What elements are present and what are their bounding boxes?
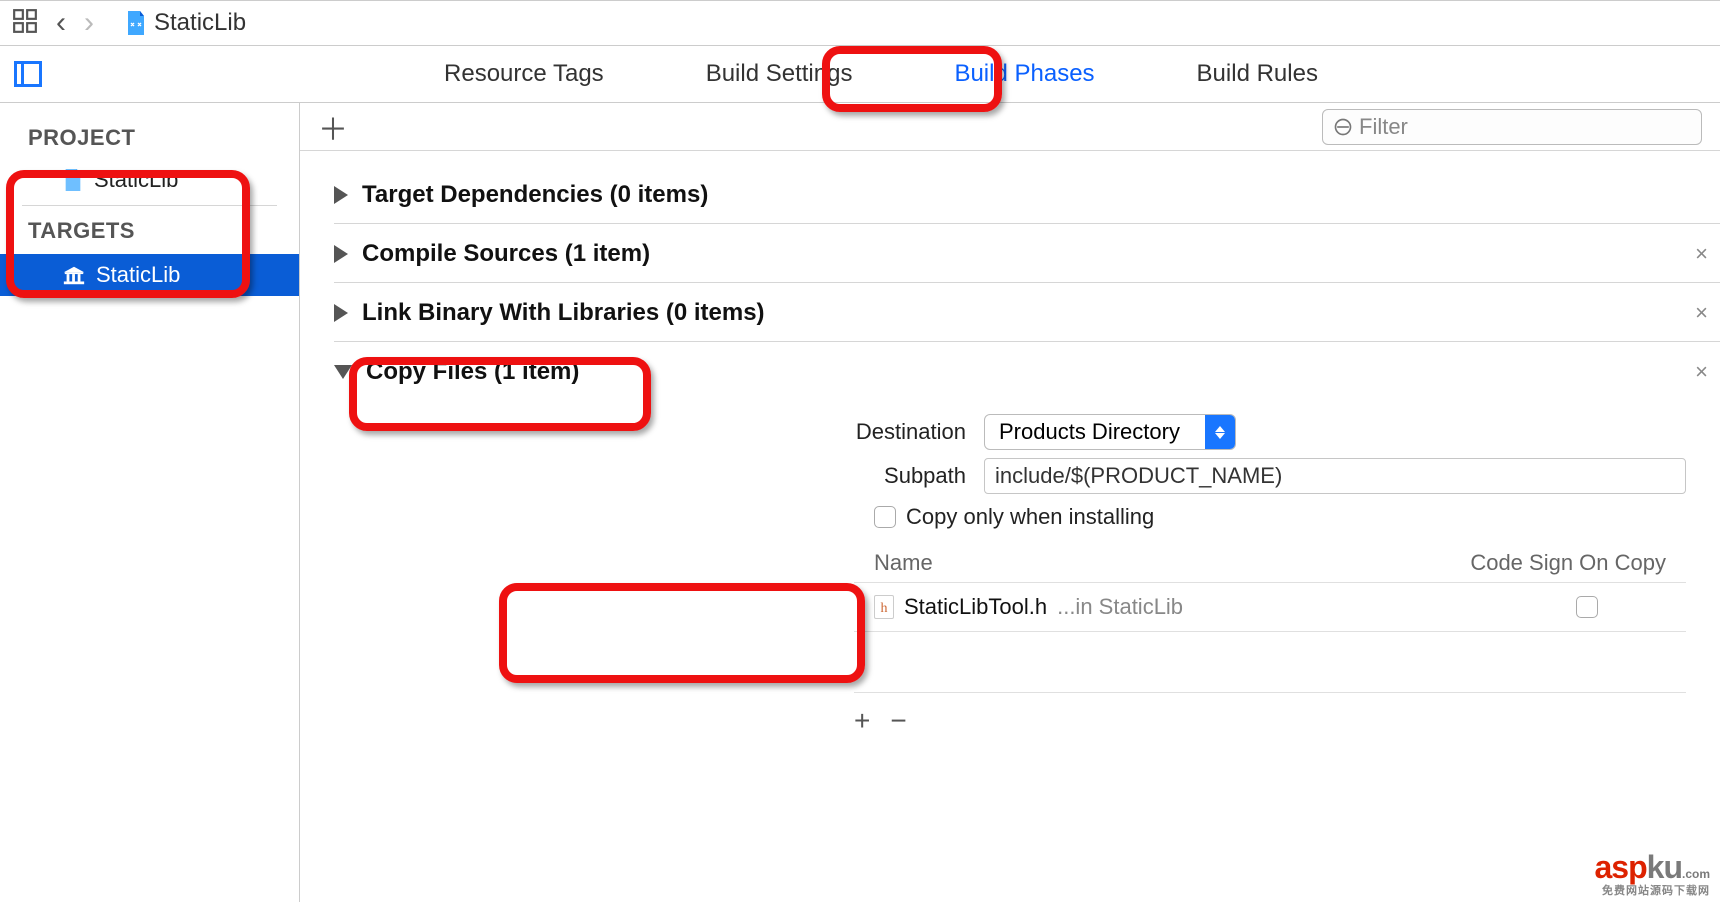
add-file-button[interactable]: + (854, 705, 870, 737)
phase-target-dependencies[interactable]: Target Dependencies (0 items) (334, 165, 1720, 224)
subpath-label: Subpath (334, 463, 984, 489)
add-phase-button[interactable]: ＋ (318, 105, 348, 149)
library-target-icon (62, 264, 86, 286)
phase-copy-files[interactable]: Copy Files (1 item) × (334, 342, 1720, 400)
targets-section-header: TARGETS (0, 208, 299, 254)
phase-title: Link Binary With Libraries (0 items) (362, 299, 765, 327)
remove-phase-button[interactable]: × (1695, 241, 1708, 267)
destination-select[interactable]: Products Directory (984, 414, 1236, 450)
phase-link-binary[interactable]: Link Binary With Libraries (0 items) × (334, 283, 1720, 342)
remove-phase-button[interactable]: × (1695, 359, 1708, 385)
filter-icon (1333, 117, 1353, 137)
column-codesign: Code Sign On Copy (1470, 550, 1666, 576)
tab-build-rules[interactable]: Build Rules (1191, 50, 1324, 98)
project-section-header: PROJECT (0, 115, 299, 161)
copy-only-checkbox[interactable] (874, 506, 896, 528)
file-name: StaticLibTool.h (904, 594, 1047, 620)
file-location: ...in StaticLib (1057, 594, 1183, 620)
breadcrumb[interactable]: StaticLib (126, 9, 246, 37)
remove-file-button[interactable]: − (890, 705, 906, 737)
phase-compile-sources[interactable]: Compile Sources (1 item) × (334, 224, 1720, 283)
target-row-label: StaticLib (96, 262, 180, 288)
copy-files-table: Name Code Sign On Copy h StaticLibTool.h… (854, 544, 1686, 737)
copy-files-body: Destination Products Directory Subpath C… (334, 400, 1720, 737)
project-row-label: StaticLib (94, 167, 178, 193)
codesign-checkbox[interactable] (1576, 596, 1598, 618)
tab-build-phases[interactable]: Build Phases (948, 50, 1100, 98)
tab-resource-tags[interactable]: Resource Tags (438, 50, 610, 98)
phase-title: Copy Files (1 item) (366, 358, 579, 386)
header-file-icon: h (874, 595, 894, 619)
watermark: aspku.com 免费网站源码下载网 (1595, 849, 1711, 898)
tab-build-settings[interactable]: Build Settings (700, 50, 859, 98)
destination-value: Products Directory (985, 419, 1205, 445)
disclosure-triangle-icon[interactable] (334, 245, 348, 263)
target-row[interactable]: StaticLib (0, 254, 299, 296)
select-stepper-icon (1205, 415, 1235, 449)
subpath-input[interactable] (984, 458, 1686, 494)
filter-input[interactable] (1359, 114, 1691, 140)
build-phases-content: ＋ Target Dependencies (0 items) Compile … (300, 103, 1720, 902)
breadcrumb-file-label: StaticLib (154, 9, 246, 37)
copy-only-label: Copy only when installing (906, 504, 1154, 530)
phases-toolbar: ＋ (300, 103, 1720, 151)
editor-tabs-row: Resource Tags Build Settings Build Phase… (0, 46, 1720, 103)
copy-file-row[interactable]: h StaticLibTool.h ...in StaticLib (854, 583, 1686, 631)
phase-title: Target Dependencies (0 items) (362, 181, 708, 209)
phase-title: Compile Sources (1 item) (362, 240, 650, 268)
forward-button[interactable]: › (84, 8, 94, 38)
filter-field[interactable] (1322, 109, 1702, 145)
sidebar-divider (22, 205, 277, 206)
related-items-icon[interactable] (12, 8, 38, 39)
disclosure-triangle-icon[interactable] (334, 186, 348, 204)
destination-label: Destination (334, 419, 984, 445)
remove-phase-button[interactable]: × (1695, 300, 1708, 326)
project-targets-sidebar: PROJECT StaticLib TARGETS StaticLib (0, 103, 300, 902)
navigation-toolbar: ‹ › StaticLib (0, 0, 1720, 46)
disclosure-triangle-icon[interactable] (334, 365, 352, 379)
back-button[interactable]: ‹ (56, 8, 66, 38)
column-name: Name (874, 550, 1470, 576)
xcode-project-icon (126, 11, 146, 35)
panel-toggle-icon[interactable] (14, 61, 42, 87)
xcode-project-icon (62, 169, 84, 191)
disclosure-triangle-icon[interactable] (334, 304, 348, 322)
project-row[interactable]: StaticLib (0, 161, 299, 199)
